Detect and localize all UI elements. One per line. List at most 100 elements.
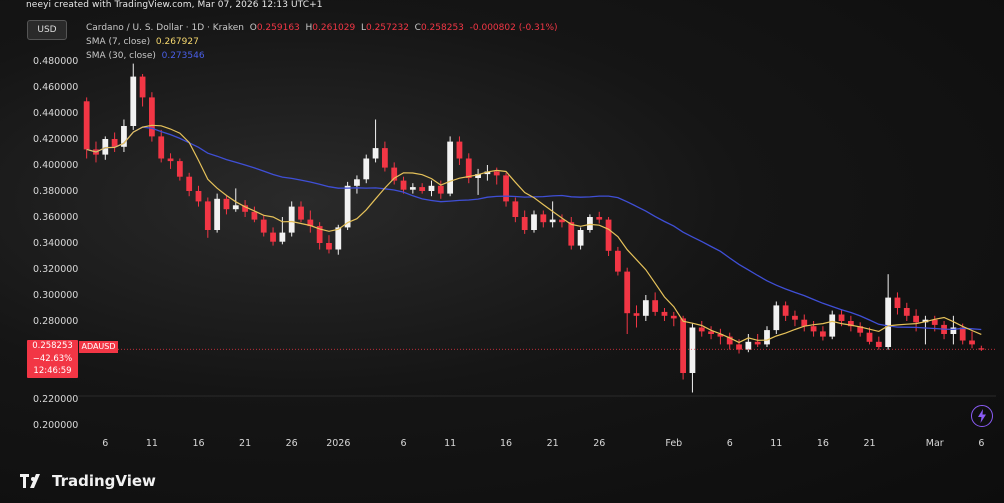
candle-body (176, 161, 183, 177)
x-tick-label: 11 (146, 438, 158, 449)
candle-body (838, 314, 845, 321)
candle-body (326, 243, 332, 250)
price-chart[interactable]: 0.480000 0.460000 0.440000 0.420000 0.400000… (0, 0, 1004, 503)
x-tick-label: 26 (286, 438, 298, 449)
y-tick-label: 0.460000 (33, 82, 78, 93)
candle-body (214, 198, 221, 230)
y-tick-label: 0.300000 (33, 290, 78, 301)
y-tick-label: 0.380000 (33, 186, 78, 197)
candle-body (633, 313, 640, 316)
candle-body (167, 158, 174, 162)
y-tick-label: 0.340000 (33, 238, 78, 249)
candle-body (400, 180, 407, 190)
symbol-badge: ADAUSD (79, 341, 118, 353)
candle-body (456, 141, 463, 159)
y-tick-label: 0.280000 (33, 316, 78, 327)
x-tick-label: 21 (547, 438, 559, 449)
bar-countdown: 12:46:59 (33, 366, 72, 376)
bolt-glyph-icon (978, 409, 986, 423)
x-tick-label: 21 (239, 438, 251, 449)
candle-body (829, 314, 836, 337)
candle-body (428, 185, 435, 191)
y-tick-label: 0.440000 (33, 108, 78, 119)
x-tick-label: 26 (593, 438, 605, 449)
candle-body (969, 340, 975, 345)
x-tick-label: 11 (770, 438, 782, 449)
candle-body (950, 327, 957, 334)
candle-body (764, 330, 770, 345)
candle-body (913, 315, 919, 323)
brand-name: TradingView (52, 472, 156, 490)
candle-body (875, 341, 882, 347)
candle-body (736, 344, 742, 350)
candle-body (708, 331, 714, 334)
candle-body (931, 319, 938, 325)
candle-body (363, 158, 370, 180)
x-tick-label: 6 (401, 438, 407, 449)
brand: TradingView (20, 472, 156, 490)
candle-body (698, 327, 705, 332)
x-tick-label: 6 (978, 438, 984, 449)
candle-body (689, 327, 696, 373)
candle-body (186, 176, 193, 191)
x-tick-label: Mar (926, 438, 944, 449)
y-tick-label: 0.320000 (33, 264, 78, 275)
candle-body (158, 136, 165, 159)
x-tick-label: 16 (500, 438, 512, 449)
candle-body (810, 326, 817, 332)
candle-body (223, 198, 230, 210)
candle-body (596, 217, 603, 220)
candle-body (521, 217, 528, 230)
candle-body (587, 217, 593, 230)
candle-body (754, 341, 761, 345)
last-price-change: −42.63% (32, 353, 73, 364)
candle-body (288, 206, 295, 233)
chart-frame: neeyi created with TradingView.com, Mar … (0, 0, 1004, 503)
bolt-icon[interactable] (971, 405, 993, 427)
candle-body (642, 300, 649, 316)
candle-body (354, 179, 360, 186)
candle-body (614, 250, 621, 272)
candle-body (139, 76, 146, 98)
x-tick-label: 6 (727, 438, 733, 449)
candle-body (894, 297, 901, 308)
candle-body (782, 305, 789, 316)
candle-body (260, 219, 267, 233)
tradingview-logo-icon (20, 474, 40, 488)
x-tick-label: 16 (192, 438, 204, 449)
candle-body (773, 305, 780, 331)
candle-body (298, 206, 304, 220)
candle-body (652, 300, 659, 312)
candle-body (195, 191, 202, 202)
candle-body (83, 101, 90, 150)
candle-body (232, 205, 239, 210)
candle-body (885, 297, 892, 347)
candle-body (372, 148, 379, 159)
x-tick-label: Feb (665, 438, 682, 449)
candle-body (959, 327, 966, 341)
y-tick-label: 0.480000 (33, 56, 78, 67)
x-tick-label: 6 (102, 438, 108, 449)
y-tick-label: 0.200000 (33, 420, 78, 431)
candle-body (903, 308, 910, 316)
candle-body (624, 271, 631, 314)
candle-body (605, 219, 612, 251)
candle-body (409, 187, 416, 190)
candle-body (447, 141, 454, 194)
candle-body (111, 139, 118, 147)
candle-body (102, 139, 109, 155)
candle-body (204, 201, 211, 230)
y-tick-label: 0.420000 (33, 134, 78, 145)
y-tick-label: 0.220000 (33, 394, 78, 405)
candle-body (577, 230, 584, 246)
candle-body (792, 315, 798, 320)
x-tick-label: 2026 (326, 438, 350, 449)
candle-body (130, 76, 137, 126)
y-tick-label: 0.400000 (33, 160, 78, 171)
candle-body (437, 185, 444, 194)
candle-body (512, 201, 519, 217)
candle-body (270, 232, 276, 242)
candle-body (493, 171, 500, 176)
candle-body (549, 219, 556, 223)
y-tick-label: 0.360000 (33, 212, 78, 223)
